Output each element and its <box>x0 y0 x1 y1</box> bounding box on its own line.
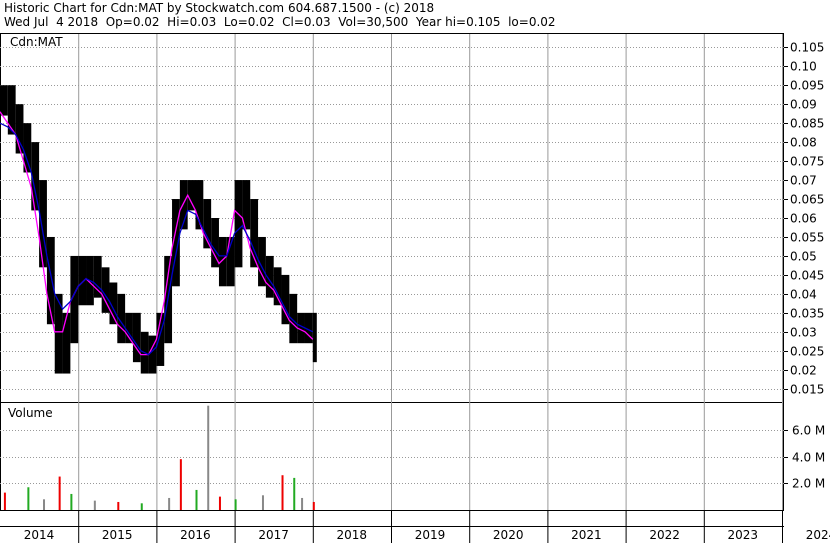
x-tick-label: 2024 <box>806 528 830 542</box>
volume-bar <box>293 477 296 510</box>
price-bar <box>93 255 102 298</box>
y-tick-label: 0.035 <box>790 307 824 321</box>
x-tick-label: 2019 <box>415 528 446 542</box>
volume-bar <box>218 496 221 510</box>
stock-chart: 2014 2015 2016 2017 2018 2019 2020 2021 2022 2023… <box>0 33 830 543</box>
volume-bar <box>140 503 143 510</box>
y-tick-label: 0.06 <box>790 212 817 226</box>
price-bar <box>132 312 141 363</box>
x-tick-label: 2015 <box>102 528 133 542</box>
x-tick-label: 2020 <box>493 528 524 542</box>
y-tick-label: 2.0 M <box>792 477 825 491</box>
x-tick-label: 2021 <box>571 528 602 542</box>
y-tick-label: 0.025 <box>790 345 824 359</box>
volume-bar <box>312 501 315 510</box>
volume-bar <box>117 501 120 510</box>
y-tick-label: 4.0 M <box>792 451 825 465</box>
y-tick-label: 0.09 <box>790 98 817 112</box>
volume-bar <box>301 497 304 510</box>
volume-bar <box>207 405 210 510</box>
volume-bar <box>43 499 46 510</box>
price-bar <box>62 312 71 374</box>
volume-label: Volume <box>8 406 53 420</box>
price-bar <box>0 85 8 116</box>
y-tick-label: 0.055 <box>790 231 824 245</box>
symbol-label: Cdn:MAT <box>10 35 63 49</box>
price-bar <box>7 85 16 135</box>
y-tick-label: 0.065 <box>790 193 824 207</box>
y-tick-label: 0.095 <box>790 79 824 93</box>
volume-bar <box>261 495 264 510</box>
y-tick-label: 0.04 <box>790 288 817 302</box>
y-tick-label: 0.02 <box>790 364 817 378</box>
x-tick-label: 2017 <box>258 528 289 542</box>
volume-bar <box>195 489 198 510</box>
volume-bar <box>58 476 61 510</box>
y-tick-label: 6.0 M <box>792 424 825 438</box>
volume-bar <box>168 497 171 510</box>
y-tick-label: 0.07 <box>790 174 817 188</box>
volume-bar <box>3 492 6 510</box>
y-tick-label: 0.05 <box>790 250 817 264</box>
volume-bar <box>27 487 30 510</box>
volume-bar <box>70 493 73 510</box>
price-bar <box>234 180 243 268</box>
x-tick-label: 2022 <box>649 528 680 542</box>
y-tick-label: 0.03 <box>790 326 817 340</box>
x-tick-label: 2023 <box>728 528 759 542</box>
volume-bar <box>93 500 96 510</box>
x-tick-label: 2014 <box>24 528 55 542</box>
y-tick-label: 0.045 <box>790 269 824 283</box>
y-tick-label: 0.105 <box>790 41 824 55</box>
price-bar <box>187 180 196 211</box>
y-tick-label: 0.08 <box>790 136 817 150</box>
volume-bar <box>179 459 182 510</box>
y-tick-label: 0.075 <box>790 155 824 169</box>
price-bar <box>39 180 47 268</box>
y-tick-label: 0.015 <box>790 383 824 397</box>
volume-bar <box>234 499 237 510</box>
price-bar <box>312 312 317 363</box>
y-tick-label: 0.085 <box>790 117 824 131</box>
x-tick-label: 2018 <box>337 528 368 542</box>
y-tick-label: 0.10 <box>790 60 817 74</box>
x-tick-label: 2016 <box>180 528 211 542</box>
volume-bar <box>281 475 284 510</box>
